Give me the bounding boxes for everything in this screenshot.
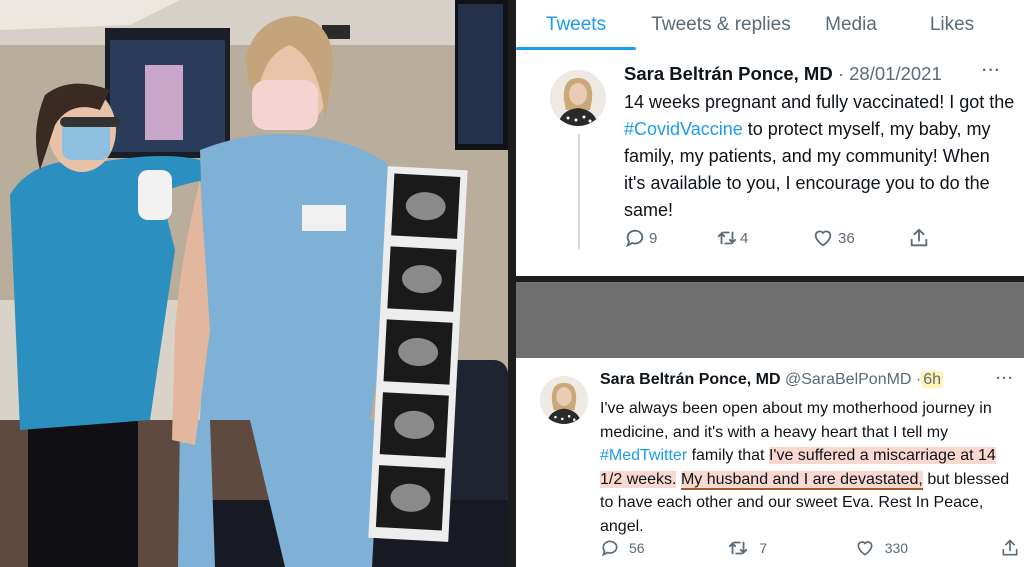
recent-tweet-card: Sara Beltrán Ponce, MD @SaraBelPonMD · 6h… [516,358,1024,567]
share-icon [1000,538,1020,558]
profile-tabs: Tweets Tweets & replies Media Likes [516,0,1024,50]
like-icon [855,538,875,558]
profile-tweet-card: Tweets Tweets & replies Media Likes Sara… [516,0,1024,276]
tweet-text-part: I've always been open about my motherhoo… [600,400,992,441]
tweet-text-part: 14 weeks pregnant and fully vaccinated! … [624,92,1015,112]
more-options-icon[interactable]: ··· [996,370,1014,387]
tweet-text: 14 weeks pregnant and fully vaccinated! … [624,89,1016,224]
avatar[interactable] [550,70,606,126]
retweet-icon [716,227,738,249]
tab-tweets-replies[interactable]: Tweets & replies [636,0,806,50]
reply-button[interactable]: 56 [600,538,727,558]
retweet-button[interactable]: 7 [727,537,854,559]
author-handle[interactable]: @SaraBelPonMD [785,371,912,388]
tweet-time[interactable]: 6h [921,371,944,388]
underlined-text: My husband and I are devastated, [680,470,923,490]
like-icon [812,227,834,249]
hashtag-link[interactable]: #CovidVaccine [624,119,743,139]
reply-count: 56 [629,540,645,556]
vaccination-photo [0,0,508,567]
tweet-actions: 9 4 36 [624,226,944,250]
like-count: 36 [838,229,855,247]
reply-icon [600,538,620,558]
tab-likes[interactable]: Likes [896,0,1008,50]
tweet-header: Sara Beltrán Ponce, MD @SaraBelPonMD · 6h [600,371,944,389]
tweet-header: Sara Beltrán Ponce, MD · 28/01/2021 [624,63,942,85]
tweet-actions: 56 7 330 [600,536,1020,560]
reply-icon [624,227,646,249]
like-button[interactable]: 330 [855,538,1000,558]
reply-button[interactable]: 9 [624,227,716,249]
tab-tweets[interactable]: Tweets [516,0,636,50]
author-name[interactable]: Sara Beltrán Ponce, MD [624,63,833,84]
share-button[interactable] [1000,538,1020,558]
retweet-count: 7 [759,540,768,556]
share-icon [908,227,930,249]
hashtag-link[interactable]: #MedTwitter [600,447,687,464]
thread-line [578,134,580,249]
separator-band [516,282,1024,358]
more-options-icon[interactable]: ··· [982,62,1001,80]
avatar[interactable] [540,376,588,424]
share-button[interactable] [908,227,930,249]
tweet-text: I've always been open about my motherhoo… [600,397,1010,538]
like-count: 330 [884,540,909,556]
reply-count: 9 [649,229,658,247]
retweet-count: 4 [740,229,749,247]
like-button[interactable]: 36 [812,227,908,249]
tab-media[interactable]: Media [806,0,896,50]
retweet-icon [727,537,749,559]
retweet-button[interactable]: 4 [716,227,812,249]
tweet-text-part: family that [687,447,769,464]
author-name[interactable]: Sara Beltrán Ponce, MD [600,371,781,388]
tweet-screenshots: Tweets Tweets & replies Media Likes Sara… [508,0,1024,567]
tweet-date[interactable]: · 28/01/2021 [838,63,942,84]
